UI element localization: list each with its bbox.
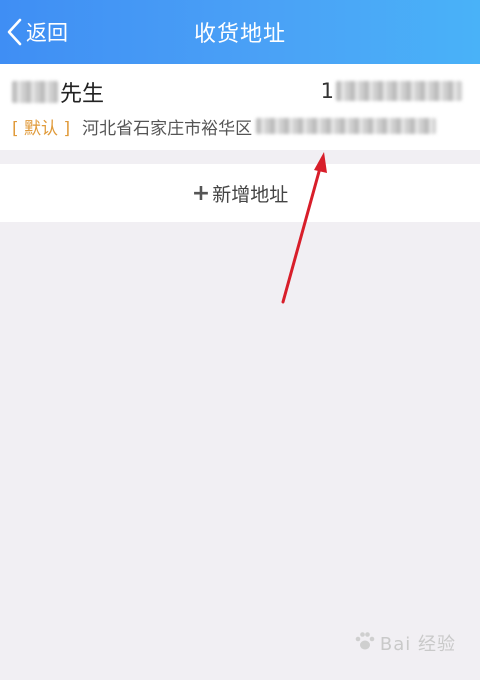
top-nav-bar: 返回 收货地址 [0, 0, 480, 64]
contact-row: 先生 1 [12, 76, 468, 107]
default-badge: [ 默认 ] [12, 118, 71, 139]
watermark-text: Bai 经验 [379, 634, 456, 655]
redacted-phone [336, 81, 462, 101]
address-text: 河北省石家庄市裕华区 [82, 118, 253, 139]
redacted-surname [12, 81, 58, 103]
phone-prefix: 1 [320, 79, 334, 103]
address-card[interactable]: 先生 1 [ 默认 ] 河北省石家庄市裕华区 [0, 64, 480, 150]
page-title: 收货地址 [193, 22, 286, 47]
plus-icon: + [191, 180, 211, 206]
redacted-address [256, 118, 437, 134]
paw-icon [354, 630, 376, 656]
contact-name: 先生 [60, 82, 105, 107]
address-row: [ 默认 ] 河北省石家庄市裕华区 [12, 114, 468, 138]
add-address-button[interactable]: + 新增地址 [0, 164, 480, 222]
add-address-label: 新增地址 [212, 183, 289, 206]
contact-phone: 1 [321, 78, 462, 104]
watermark: Bai 经验 [354, 630, 456, 656]
